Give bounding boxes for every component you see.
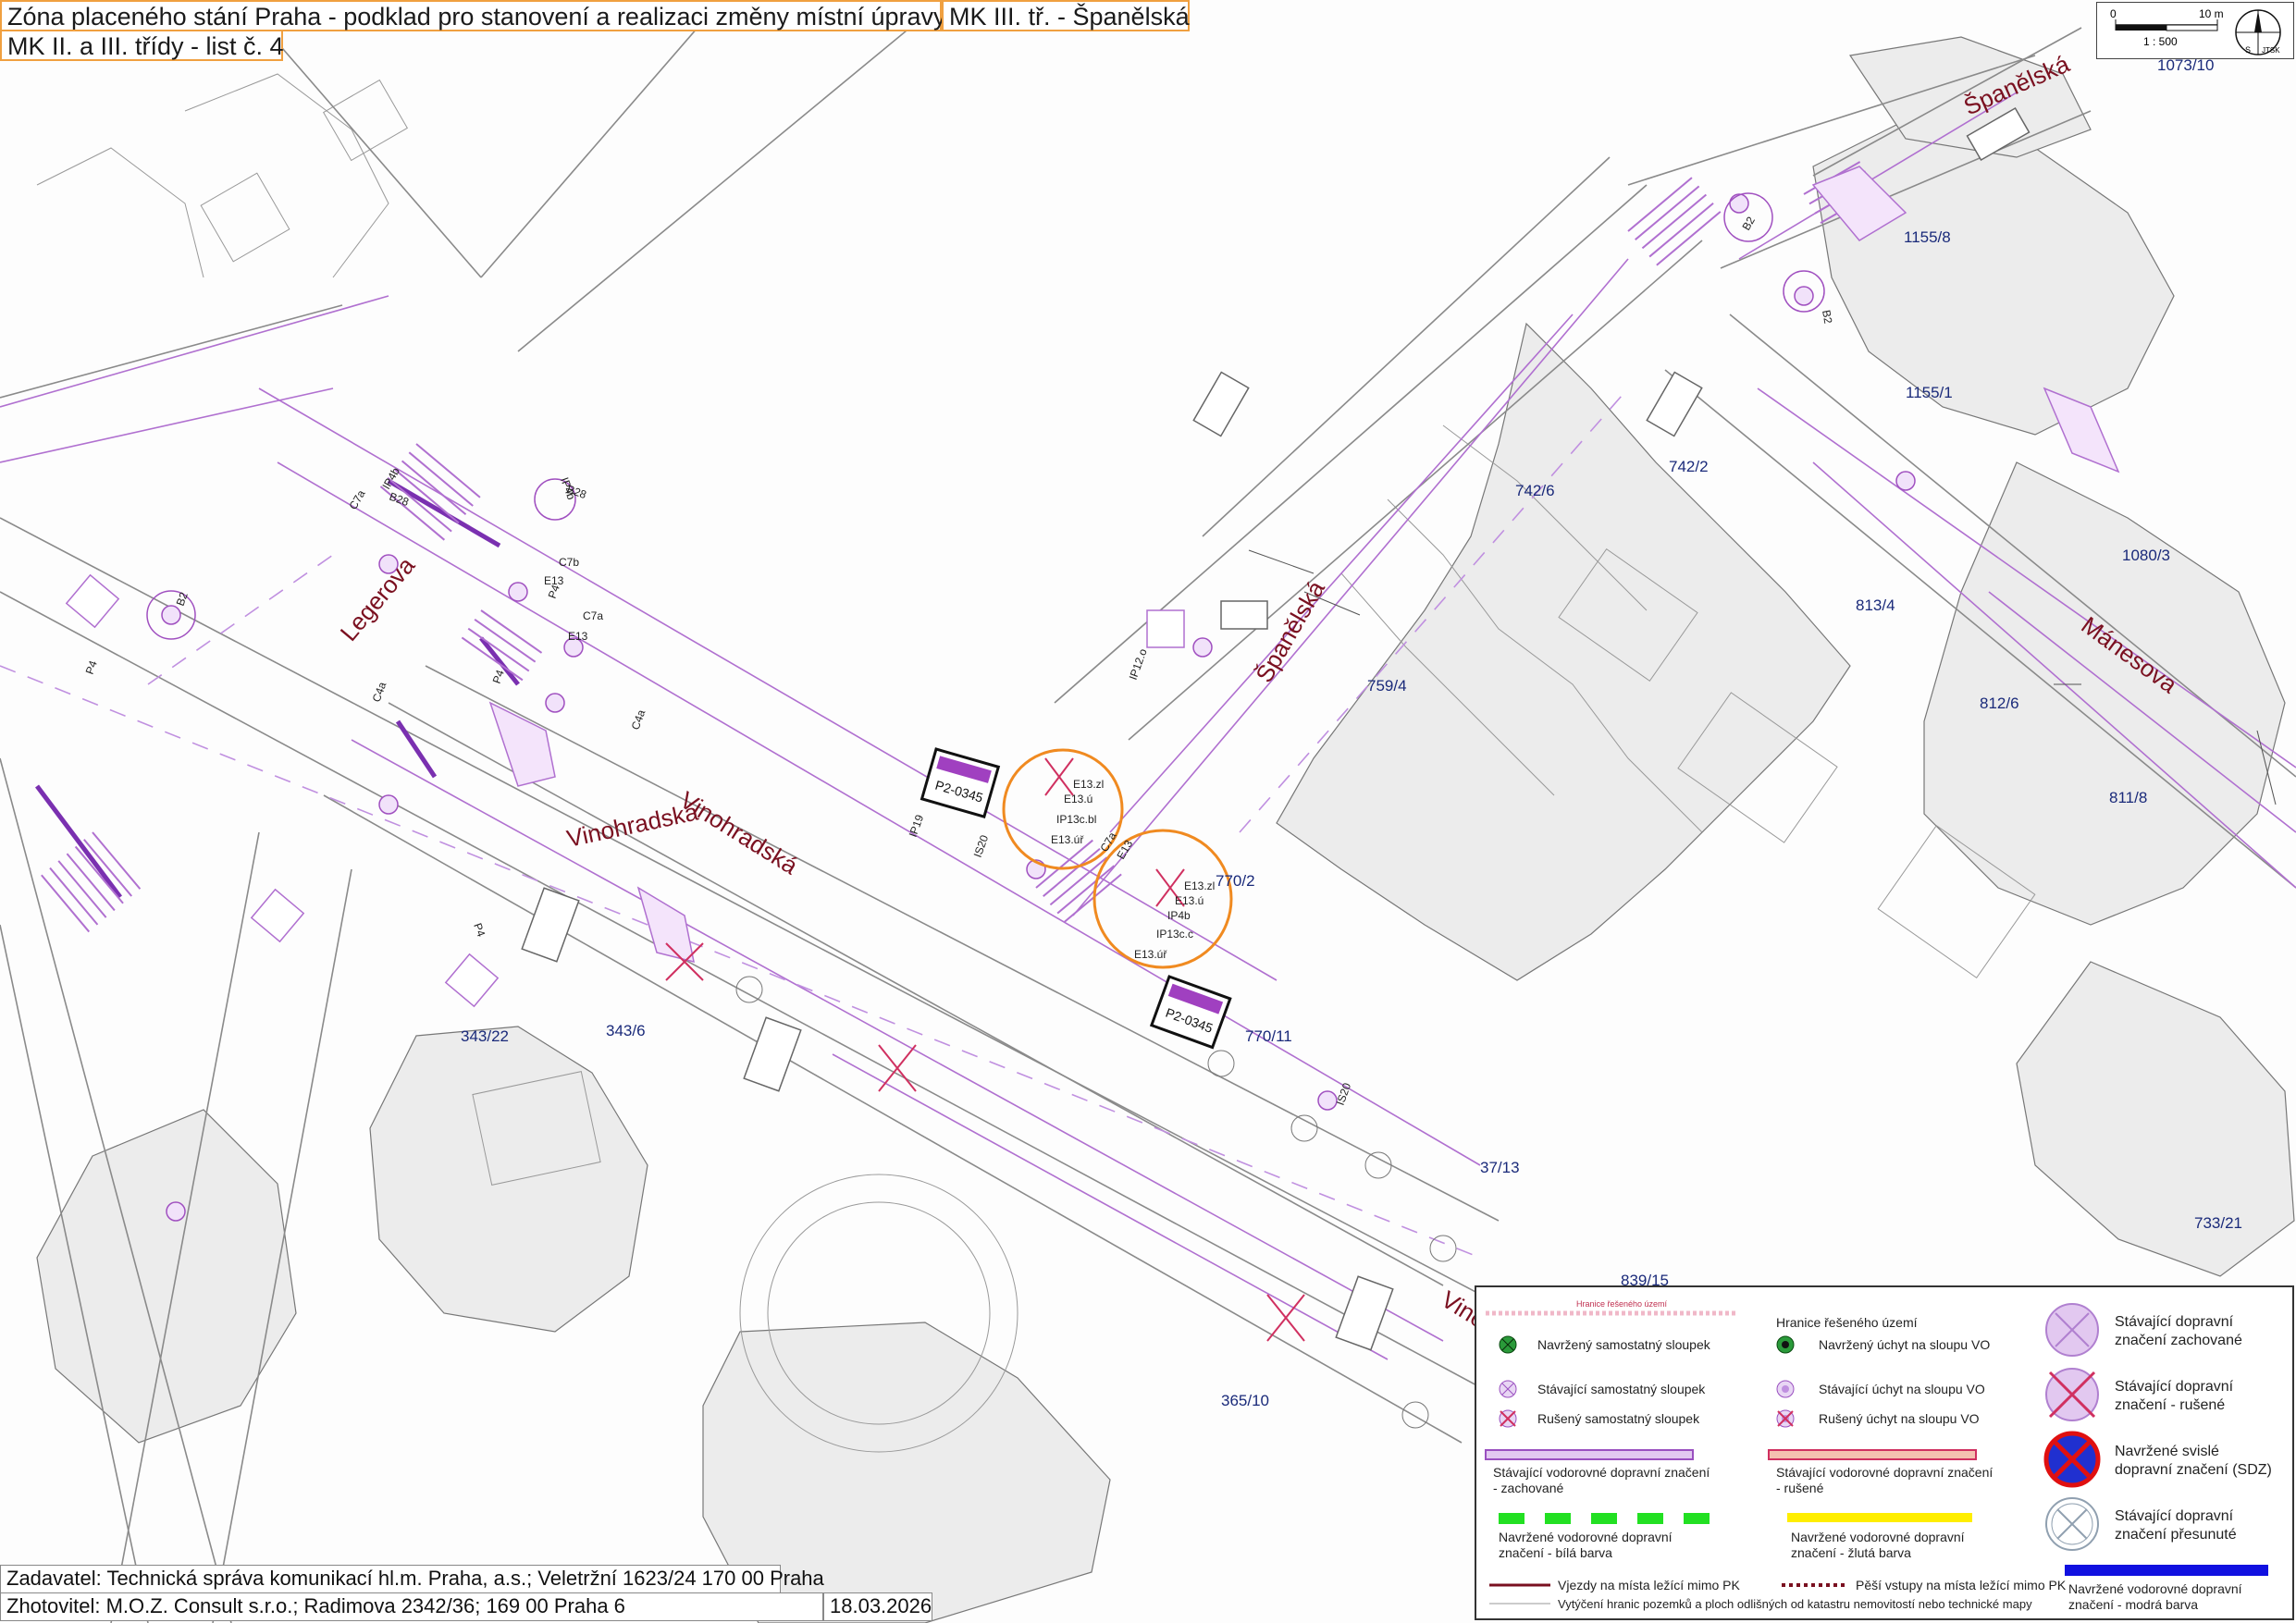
sign-e13zl-1: E13.zl (1073, 778, 1104, 791)
legend-cancelled-hmark: Stávající vodorovné dopravní značení - r… (1776, 1465, 1994, 1495)
cancelled-hmark-sample (1768, 1449, 1977, 1460)
existing-post-icon (1499, 1380, 1517, 1398)
scale-zero: 0 (2110, 7, 2117, 20)
sign-c7a-3: C7a (583, 609, 603, 622)
sign-b2-3: B2 (1820, 309, 1834, 325)
sign-b2-2: B2 (1739, 215, 1758, 233)
parcel-343-6: 343/6 (606, 1022, 646, 1039)
new-mount-icon (1776, 1335, 1795, 1354)
parcel-770-2: 770/2 (1216, 872, 1255, 890)
cancelled-sign-icon (2045, 1368, 2099, 1421)
sign-e13-1: E13 (1114, 838, 1135, 862)
legend-existing-post: Stávající samostatný sloupek (1537, 1382, 1706, 1396)
legend-boundary-line: Hranice řešeného území (1576, 1299, 1668, 1309)
legend-plots: Vytýčení hranic pozemků a ploch odlišnýc… (1558, 1597, 2032, 1611)
sign-is20-2: IS20 (1334, 1081, 1354, 1107)
existing-hmark-sample (1485, 1449, 1694, 1460)
new-blue-sample (2065, 1565, 2268, 1576)
legend-boundary: Hranice řešeného území (1776, 1315, 1918, 1330)
sign-is20-1: IS20 (971, 833, 992, 859)
legend-entrances: Vjezdy na místa ležící mimo PK (1558, 1578, 1740, 1592)
street-title: MK III. tř. - Španělská (942, 0, 1190, 31)
sign-e13u-1: E13.ú (1064, 793, 1092, 805)
sign-p4-1: P4 (83, 658, 100, 676)
street-label-vinohradska-2: Vinohradská (564, 797, 701, 852)
sign-c7b: C7b (559, 556, 579, 569)
scale-ten: 10 m (2199, 7, 2224, 20)
parcel-770-11: 770/11 (1245, 1027, 1292, 1045)
legend-existing-mount: Stávající úchyt na sloupu VO (1819, 1382, 1985, 1396)
parcel-813-4: 813/4 (1856, 596, 1895, 614)
parking-pictograms (65, 573, 1185, 1008)
sign-e13ur-1: E13.úř (1051, 833, 1084, 846)
cancelled-post-icon (1499, 1409, 1517, 1428)
parcel-812-6: 812/6 (1980, 695, 2019, 712)
legend-new-white: Navržené vodorovné dopravní značení - bí… (1499, 1530, 1673, 1560)
new-yellow-sample (1787, 1513, 1972, 1522)
legend-cancelled-sign: Stávající dopravní značení - rušené (2115, 1379, 2234, 1413)
new-white-sample (1499, 1513, 1710, 1524)
map-sheet: Vinohradská Vinohradská Španělská Španěl… (0, 0, 2296, 1623)
plate-pz-2: P2-0345 (1149, 975, 1232, 1050)
page-title: Zóna placeného stání Praha - podklad pro… (0, 0, 946, 31)
sign-e13ur-2: E13.úř (1134, 948, 1167, 961)
sign-ip4b-1: IP4b (1167, 909, 1191, 922)
moved-sign-icon (2045, 1497, 2099, 1551)
new-post-icon (1499, 1335, 1517, 1354)
legend-existing-sign: Stávající dopravní značení zachované (2115, 1314, 2242, 1348)
parcel-365-10: 365/10 (1221, 1392, 1269, 1409)
legend-cancelled-mount: Rušený úchyt na sloupu VO (1819, 1411, 1980, 1426)
sign-c7a-2: C7a (346, 487, 367, 511)
parcel-37-13: 37/13 (1480, 1159, 1520, 1176)
parcel-343-22: 343/22 (461, 1027, 509, 1045)
parcel-1155-8: 1155/8 (1904, 228, 1951, 246)
cancelled-mount-icon (1776, 1409, 1795, 1428)
legend-new-blue: Navržené vodorovné dopravní značení - mo… (2068, 1581, 2242, 1612)
stop-lines (35, 478, 520, 899)
legend: Hranice řešeného území Hranice řešeného … (1475, 1285, 2294, 1620)
legend-existing-hmark: Stávající vodorovné dopravní značení - z… (1493, 1465, 1710, 1495)
street-label-legerova: Legerova (335, 551, 421, 646)
sign-b2-1: B2 (174, 590, 191, 608)
sign-e13-3: E13 (568, 630, 588, 643)
existing-mount-icon (1776, 1380, 1795, 1398)
plate-pz-1: P2-0345 (920, 747, 1001, 818)
legend-ped: Pěší vstupy na místa ležící mimo PK (1856, 1578, 2067, 1592)
coordinate-system: JTSK (2262, 46, 2280, 55)
new-sdz-icon (2043, 1431, 2101, 1488)
sign-e13zl-2: E13.zl (1184, 879, 1215, 892)
existing-sign-icon (2045, 1303, 2099, 1357)
parcel-742-2: 742/2 (1669, 458, 1709, 475)
sign-p4-4: P4 (471, 921, 488, 939)
street-label-spanelska-1: Španělská (1250, 575, 1330, 687)
legend-new-sdz: Navržené svislé dopravní značení (SDZ) (2115, 1444, 2272, 1478)
legend-new-post: Navržený samostatný sloupek (1537, 1337, 1710, 1352)
parcel-811-8: 811/8 (2109, 789, 2147, 806)
client-info: Zadavatel: Technická správa komunikací h… (0, 1565, 824, 1593)
scale-ratio: 1 : 500 (2143, 35, 2178, 48)
contractor-info: Zhotovitel: M.O.Z. Consult s.r.o.; Radim… (0, 1592, 823, 1621)
parcel-1155-1: 1155/1 (1906, 384, 1953, 401)
scale-bar: 0 10 m 1 : 500 S JTSK (2096, 2, 2294, 59)
legend-cancelled-post: Rušený samostatný sloupek (1537, 1411, 1700, 1426)
parcel-759-4: 759/4 (1367, 677, 1407, 695)
sign-ip19: IP19 (907, 813, 927, 839)
sign-ip13cbl: IP13c.bl (1056, 813, 1096, 826)
parcel-733-21: 733/21 (2194, 1214, 2242, 1232)
sign-ip13cc: IP13c.c (1156, 928, 1193, 941)
sign-ip12o: IP12.o (1127, 646, 1150, 682)
issue-date: 18.03.2026 (823, 1592, 932, 1621)
sign-c4a-1: C4a (370, 680, 389, 704)
legend-new-mount: Navržený úchyt na sloupu VO (1819, 1337, 1991, 1352)
sign-c4a-2: C4a (629, 707, 648, 732)
north-letter: S (2245, 45, 2251, 55)
parcel-742-6: 742/6 (1515, 482, 1555, 499)
parcel-1080-3: 1080/3 (2122, 547, 2170, 564)
legend-moved-sign: Stávající dopravní značení přesunuté (2115, 1508, 2237, 1543)
sheet-number: MK II. a III. třídy - list č. 4 (0, 30, 284, 61)
sign-e13u-2: E13.ú (1175, 894, 1204, 907)
legend-new-yellow: Navržené vodorovné dopravní značení - žl… (1791, 1530, 1965, 1560)
